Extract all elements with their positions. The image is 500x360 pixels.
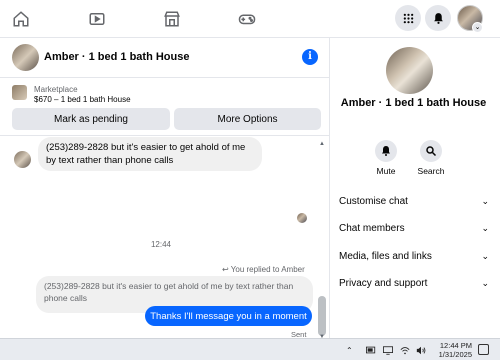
- replied-label-text: You replied to Amber: [230, 265, 305, 274]
- battery-icon[interactable]: [366, 346, 376, 356]
- search-icon: [420, 140, 442, 162]
- marketplace-listing[interactable]: Marketplace $670 – 1 bed 1 bath House: [0, 78, 330, 106]
- top-navigation-bar: ⌄: [0, 0, 500, 38]
- chevron-down-icon: ⌄: [481, 195, 489, 206]
- chevron-up-icon[interactable]: ⌃: [346, 346, 353, 355]
- marketplace-icon[interactable]: [159, 6, 185, 32]
- seen-indicator-avatar: [297, 213, 307, 223]
- marketplace-label: Marketplace: [34, 85, 78, 94]
- divider: [0, 135, 330, 136]
- outgoing-message[interactable]: Thanks I'll message you in a moment: [145, 306, 312, 326]
- privacy-support-row[interactable]: Privacy and support ⌄: [339, 273, 489, 293]
- wifi-icon[interactable]: [400, 346, 410, 357]
- conversation-details-panel: Amber · 1 bed 1 bath House Mute Search C…: [331, 38, 500, 338]
- menu-grid-icon[interactable]: [395, 5, 421, 31]
- scrollbar-thumb[interactable]: [318, 296, 326, 336]
- mark-as-pending-button[interactable]: Mark as pending: [12, 108, 170, 130]
- mute-button[interactable]: Mute: [361, 140, 411, 176]
- chat-avatar[interactable]: [12, 44, 39, 71]
- row-label: Customise chat: [339, 195, 408, 207]
- chat-panel: Amber · 1 bed 1 bath House i Marketplace…: [0, 38, 330, 360]
- conversation-name: Amber · 1 bed 1 bath House: [340, 97, 487, 109]
- incoming-message[interactable]: (253)289-2828 but it's easier to get aho…: [38, 137, 262, 171]
- chevron-down-icon[interactable]: ⌄: [472, 22, 483, 33]
- more-options-button[interactable]: More Options: [174, 108, 321, 130]
- chevron-down-icon: ⌄: [481, 250, 489, 261]
- volume-icon[interactable]: [416, 346, 426, 357]
- listing-thumbnail: [12, 85, 27, 100]
- notification-icon[interactable]: [478, 344, 489, 355]
- display-icon[interactable]: [383, 346, 393, 357]
- scroll-up-arrow[interactable]: ▲: [318, 141, 326, 147]
- mute-label: Mute: [376, 166, 396, 176]
- customise-chat-row[interactable]: Customise chat ⌄: [339, 191, 489, 211]
- row-label: Privacy and support: [339, 277, 428, 289]
- chat-title[interactable]: Amber · 1 bed 1 bath House: [44, 51, 189, 63]
- home-icon[interactable]: [8, 6, 34, 32]
- gaming-icon[interactable]: [234, 6, 260, 32]
- row-label: Chat members: [339, 222, 405, 234]
- conversation-avatar[interactable]: [386, 47, 433, 94]
- bell-icon[interactable]: [425, 5, 451, 31]
- media-files-links-row[interactable]: Media, files and links ⌄: [339, 246, 489, 266]
- info-icon[interactable]: i: [302, 49, 318, 65]
- listing-title: $670 – 1 bed 1 bath House: [34, 95, 131, 104]
- search-label: Search: [417, 166, 445, 176]
- video-icon[interactable]: [84, 6, 110, 32]
- row-label: Media, files and links: [339, 250, 432, 262]
- search-button[interactable]: Search: [406, 140, 456, 176]
- replied-label: ↩ You replied to Amber: [222, 265, 305, 274]
- chevron-down-icon: ⌄: [481, 222, 489, 233]
- taskbar: ⌃ 12:44 PM 1/31/2025: [0, 338, 500, 360]
- chat-members-row[interactable]: Chat members ⌄: [339, 218, 489, 238]
- chevron-down-icon: ⌄: [481, 277, 489, 288]
- clock-date: 1/31/2025: [438, 350, 472, 359]
- clock-time: 12:44 PM: [439, 341, 472, 350]
- sender-avatar[interactable]: [14, 151, 31, 168]
- bell-icon: [375, 140, 397, 162]
- system-clock[interactable]: 12:44 PM 1/31/2025: [432, 341, 472, 359]
- message-timestamp: 12:44: [150, 240, 172, 249]
- reply-icon: ↩: [222, 265, 231, 274]
- chat-header: Amber · 1 bed 1 bath House i: [0, 38, 330, 78]
